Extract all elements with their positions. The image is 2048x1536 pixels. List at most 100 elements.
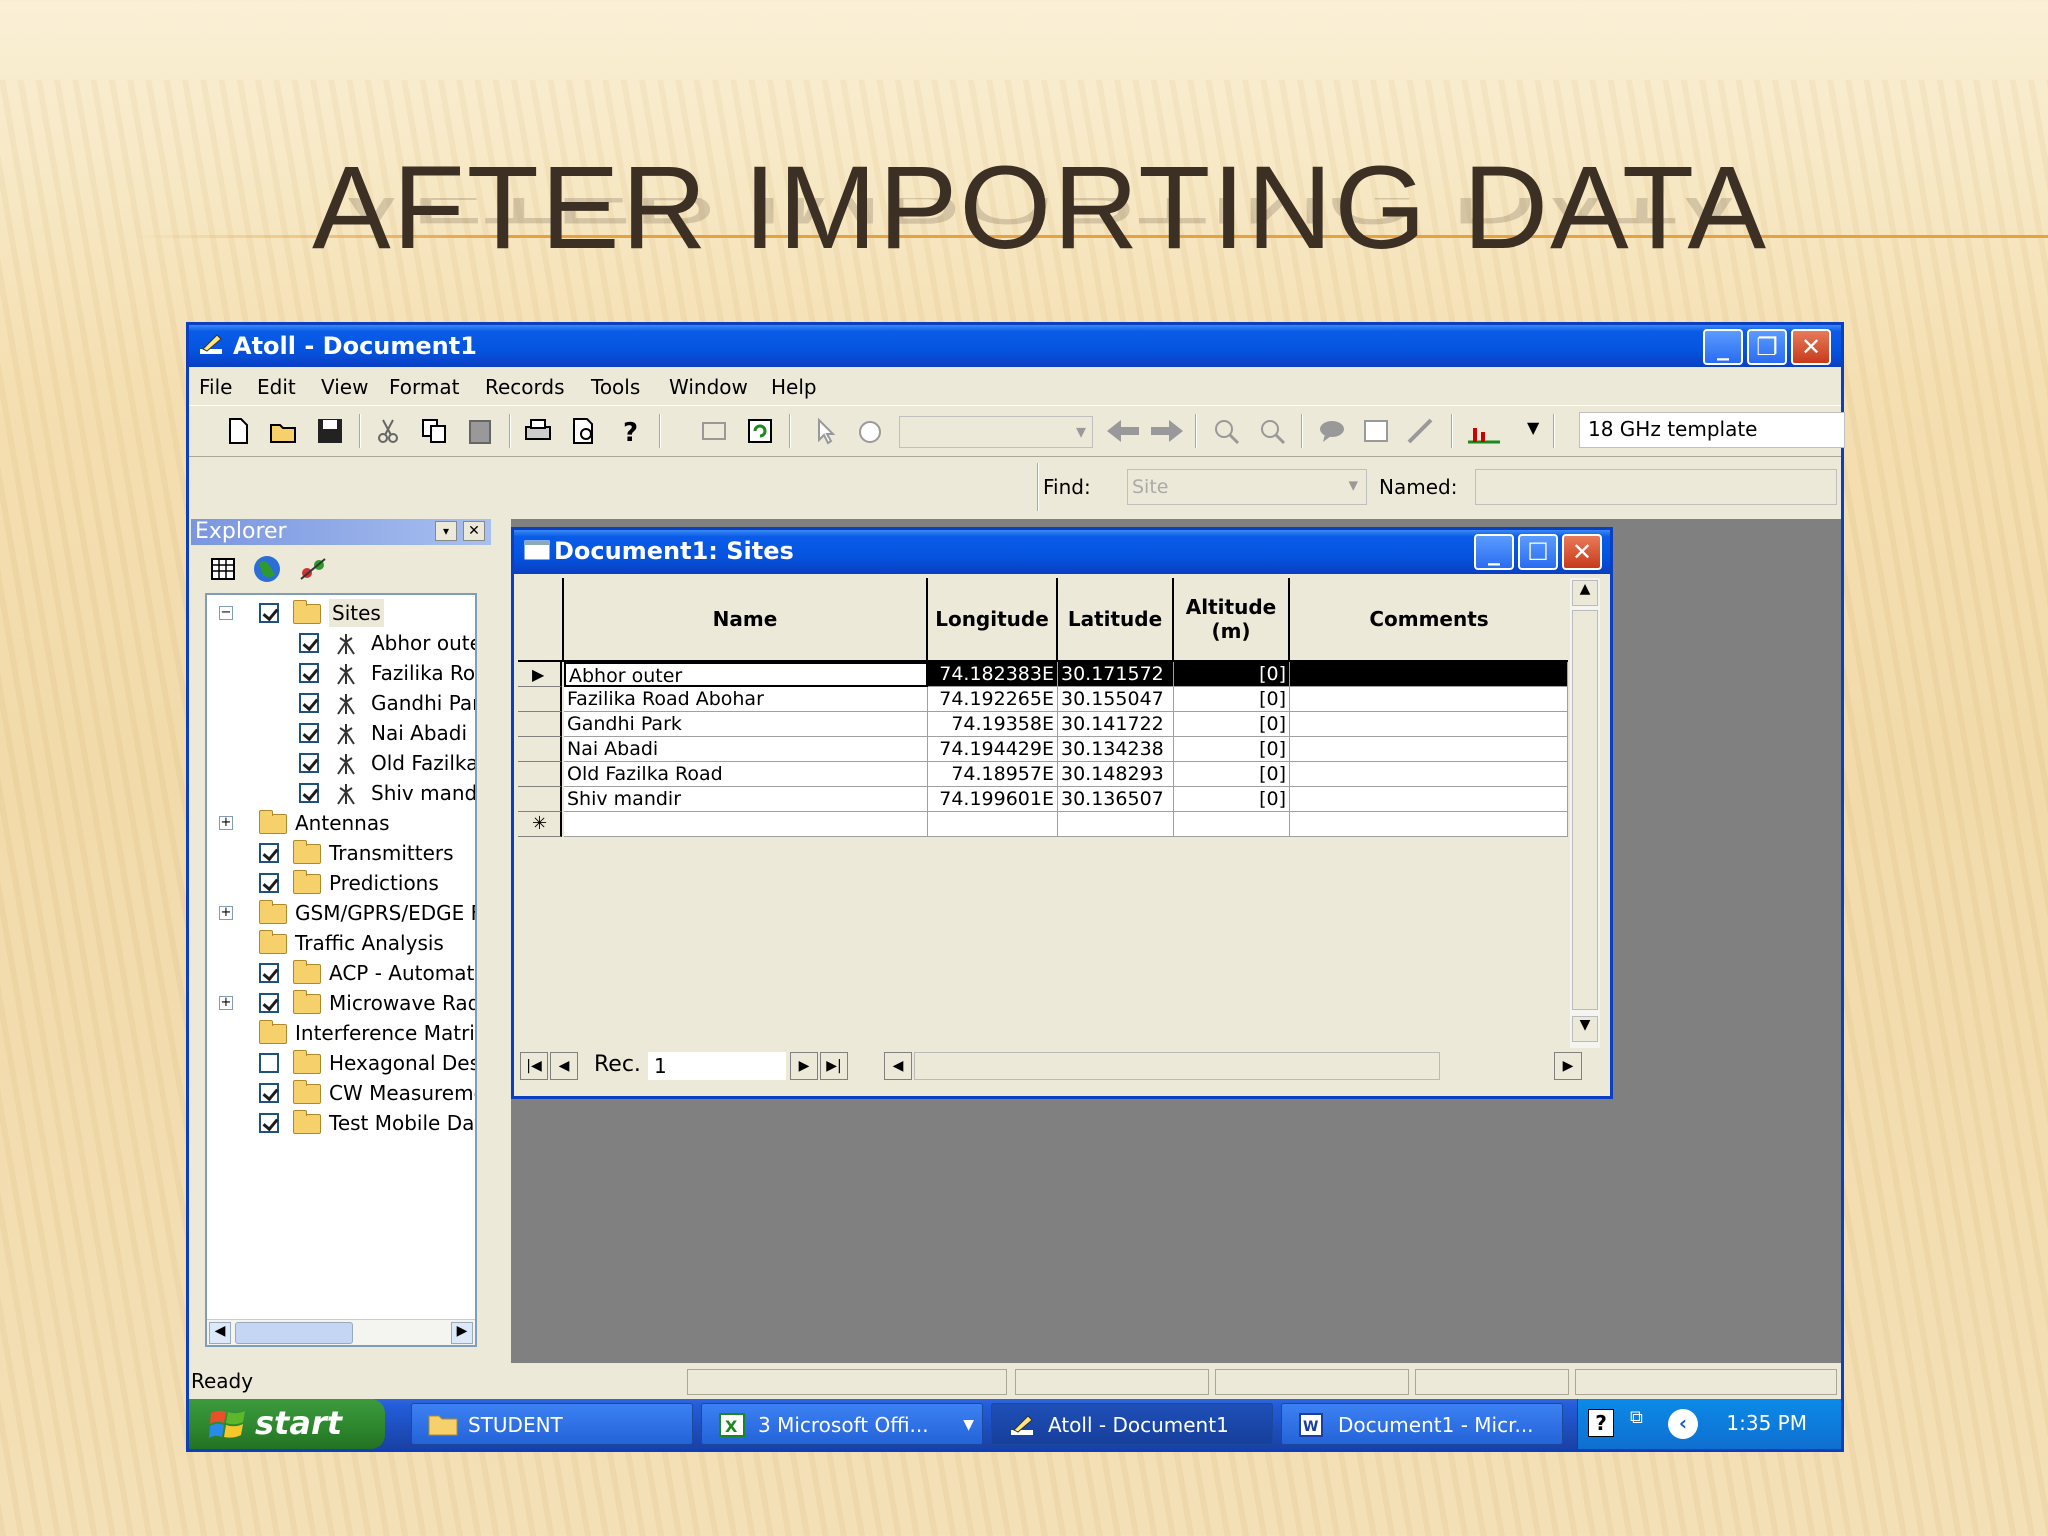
table-vertical-scrollbar[interactable]: ▲ ▼ (1570, 578, 1600, 1048)
menu-file[interactable]: File (199, 375, 232, 399)
tree-node-site[interactable]: Fazilika Roa (259, 659, 475, 687)
row-selector[interactable] (518, 737, 562, 762)
sites-titlebar[interactable]: Document1: Sites _ ☐ ✕ (514, 530, 1610, 574)
menu-format[interactable]: Format (389, 375, 459, 399)
row-selector[interactable] (518, 712, 562, 737)
checkbox[interactable] (259, 1113, 279, 1133)
cell-latitude[interactable]: 30.141722 (1058, 712, 1174, 737)
paste-icon[interactable] (465, 416, 495, 446)
pan-hand-icon[interactable] (855, 416, 885, 446)
print-icon[interactable] (523, 416, 553, 446)
cell-latitude[interactable]: 30.155047 (1058, 687, 1174, 712)
tree-node-site[interactable]: Old Fazilka (259, 749, 475, 777)
checkbox[interactable] (259, 843, 279, 863)
checkbox[interactable] (299, 693, 319, 713)
record-number-input[interactable]: 1 (648, 1052, 786, 1080)
collapse-icon[interactable]: − (219, 606, 233, 620)
scroll-down-icon[interactable]: ▼ (1572, 1016, 1598, 1042)
checkbox[interactable] (259, 1083, 279, 1103)
tree-node-folder[interactable]: + Microwave Rad (219, 989, 475, 1017)
checkbox[interactable] (259, 873, 279, 893)
cell-longitude[interactable]: 74.19358E (928, 712, 1058, 737)
menu-tools[interactable]: Tools (591, 375, 640, 399)
tray-expand-icon[interactable]: ‹ (1668, 1409, 1698, 1439)
scroll-left-icon[interactable]: ◀ (884, 1052, 912, 1080)
find-combo[interactable]: Site ▾ (1127, 469, 1367, 505)
cell-name[interactable]: Fazilika Road Abohar (564, 687, 928, 712)
tree-node-site[interactable]: Nai Abadi (259, 719, 469, 747)
checkbox[interactable] (299, 753, 319, 773)
checkbox[interactable] (259, 993, 279, 1013)
menu-records[interactable]: Records (485, 375, 565, 399)
scroll-right-icon[interactable]: ▶ (451, 1322, 473, 1344)
cell-comments[interactable] (1290, 712, 1568, 737)
layer-combo[interactable]: ▾ (899, 416, 1093, 448)
tree-node-folder[interactable]: CW Measureme (219, 1079, 475, 1107)
tree-node-folder[interactable]: + GSM/GPRS/EDGE F (219, 899, 475, 927)
explorer-dock-button[interactable]: ▾ (435, 521, 457, 541)
tree-node-site[interactable]: Shiv mandir (259, 779, 475, 807)
horizontal-scroll-thumb[interactable] (914, 1052, 1440, 1080)
select-rectangle-icon[interactable] (699, 416, 729, 446)
last-record-icon[interactable]: ▶| (820, 1052, 848, 1080)
tree-node-folder[interactable]: Hexagonal Des (219, 1049, 475, 1077)
chart-tool-icon[interactable] (1465, 416, 1503, 446)
geo-tab-icon[interactable] (251, 553, 283, 585)
scroll-thumb[interactable] (1572, 610, 1598, 1010)
column-header-name[interactable]: Name (564, 578, 928, 662)
cell-latitude[interactable]: 30.134238 (1058, 737, 1174, 762)
cell-new-latitude[interactable] (1058, 812, 1174, 837)
close-button[interactable]: ✕ (1791, 329, 1831, 365)
row-selector[interactable] (518, 687, 562, 712)
cell-new-comments[interactable] (1290, 812, 1568, 837)
checkbox[interactable] (299, 633, 319, 653)
cell-name[interactable]: Nai Abadi (564, 737, 928, 762)
save-icon[interactable] (315, 416, 345, 446)
column-header-longitude[interactable]: Longitude (928, 578, 1058, 662)
zoom-out-icon[interactable] (1257, 416, 1287, 446)
cell-new-name[interactable] (564, 812, 928, 837)
tree-node-site[interactable]: Abhor oute (259, 629, 475, 657)
scroll-right-icon[interactable]: ▶ (1554, 1052, 1582, 1080)
cut-icon[interactable] (373, 416, 403, 446)
tree-node-folder[interactable]: Predictions (219, 869, 469, 897)
tree-node-folder[interactable]: Test Mobile Dat (219, 1109, 475, 1137)
task-word-document[interactable]: W Document1 - Micr... (1281, 1403, 1563, 1445)
explorer-close-button[interactable]: ✕ (463, 521, 485, 541)
column-header-comments[interactable]: Comments (1290, 578, 1568, 662)
cell-longitude[interactable]: 74.192265E (928, 687, 1058, 712)
tree-horizontal-scrollbar[interactable]: ◀ ▶ (207, 1319, 475, 1345)
cell-altitude[interactable]: [0] (1174, 687, 1290, 712)
cell-altitude[interactable]: [0] (1174, 787, 1290, 812)
expand-icon[interactable]: + (219, 906, 233, 920)
legend-icon[interactable] (1361, 416, 1391, 446)
first-record-icon[interactable]: |◀ (520, 1052, 548, 1080)
sites-close-button[interactable]: ✕ (1562, 534, 1602, 570)
comment-bubble-icon[interactable] (1317, 416, 1347, 446)
tree-node-folder[interactable]: Transmitters (219, 839, 469, 867)
cell-latitude[interactable]: 30.171572 (1058, 662, 1174, 687)
cell-name[interactable]: Old Fazilka Road (564, 762, 928, 787)
cell-comments[interactable] (1290, 662, 1568, 687)
row-selector[interactable]: ▶ (518, 662, 562, 687)
menu-help[interactable]: Help (771, 375, 817, 399)
cell-altitude[interactable]: [0] (1174, 737, 1290, 762)
cell-latitude[interactable]: 30.136507 (1058, 787, 1174, 812)
new-row-selector[interactable]: ✳ (518, 812, 562, 837)
column-header-altitude[interactable]: Altitude (m) (1174, 578, 1290, 662)
scroll-thumb[interactable] (235, 1322, 353, 1344)
cell-longitude[interactable]: 74.182383E (928, 662, 1058, 687)
task-student[interactable]: STUDENT (411, 1403, 693, 1445)
tree-node-folder[interactable]: ACP - Automati (219, 959, 475, 987)
cell-comments[interactable] (1290, 687, 1568, 712)
menu-window[interactable]: Window (669, 375, 748, 399)
cell-comments[interactable] (1290, 762, 1568, 787)
copy-icon[interactable] (419, 416, 449, 446)
menu-edit[interactable]: Edit (257, 375, 296, 399)
measure-icon[interactable] (1405, 416, 1435, 446)
cell-comments[interactable] (1290, 787, 1568, 812)
task-microsoft-office[interactable]: X 3 Microsoft Offi... ▼ (701, 1403, 983, 1445)
checkbox[interactable] (259, 603, 279, 623)
row-selector[interactable] (518, 787, 562, 812)
new-document-icon[interactable] (223, 416, 253, 446)
